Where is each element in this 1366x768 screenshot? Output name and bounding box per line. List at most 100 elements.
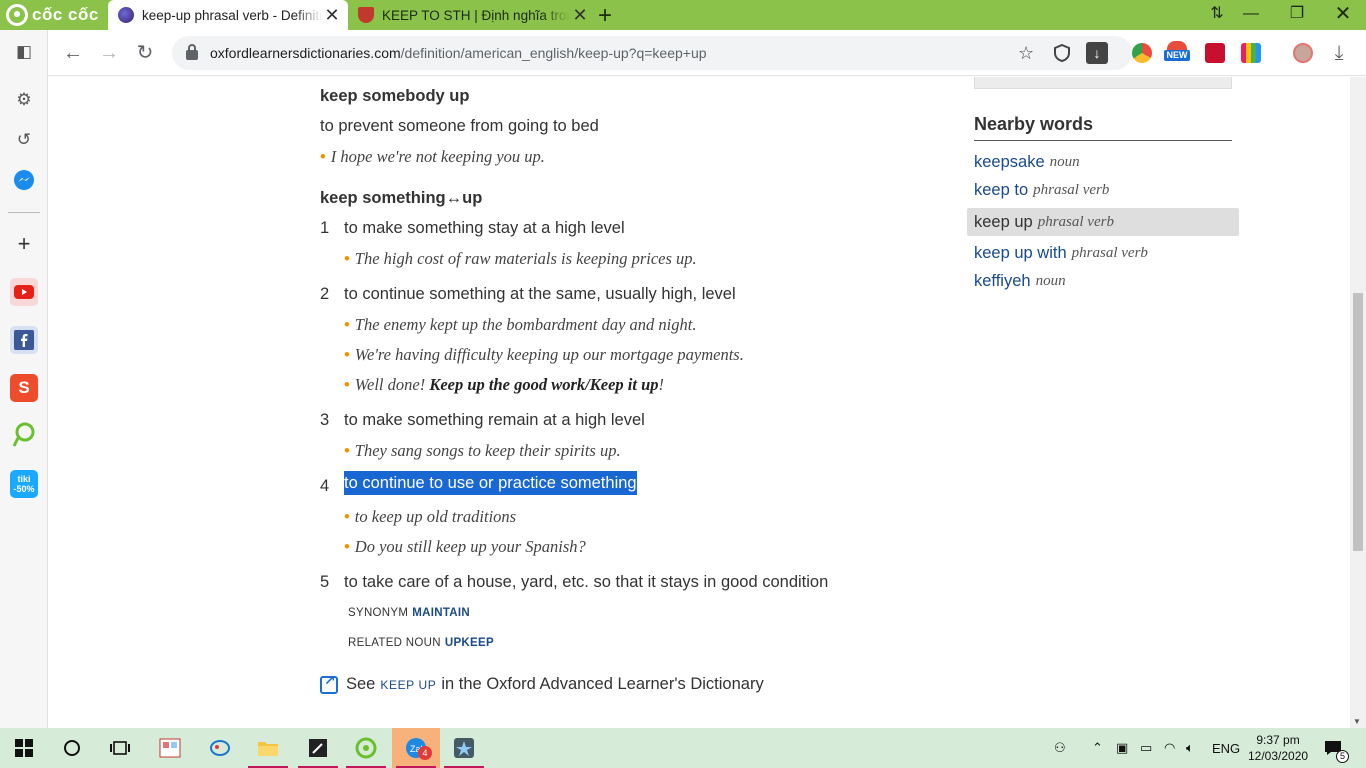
browser-sidebar: ◧ ⚙ ↺ + S tiki -50%: [0, 30, 48, 728]
windows-start-icon[interactable]: [0, 728, 48, 768]
oald-link[interactable]: KEEP UP: [380, 678, 436, 692]
tray-chevron-icon[interactable]: ⌃: [1092, 728, 1103, 768]
example: • The high cost of raw materials is keepi…: [344, 249, 697, 268]
nearby-word[interactable]: keffiyeh noun: [967, 267, 1239, 295]
notes-app-icon[interactable]: [294, 728, 342, 768]
tiki-icon[interactable]: tiki -50%: [10, 470, 38, 498]
example: • The enemy kept up the bombardment day a…: [344, 315, 697, 334]
tab-title: keep-up phrasal verb - Definition: [142, 7, 322, 23]
zalo-icon[interactable]: Zalo 4: [392, 728, 440, 768]
wifi-icon[interactable]: ◠: [1164, 728, 1175, 768]
app-icon[interactable]: [440, 728, 488, 768]
example: • We're having difficulty keeping up our …: [344, 345, 744, 364]
windows-taskbar: Zalo 4 ⚇ ⌃ ▣ ▭ ◠ 🔈︎ ENG 9:37 pm 12/03/20…: [0, 728, 1366, 768]
synonym-link[interactable]: MAINTAIN: [412, 607, 470, 619]
downloads-icon[interactable]: ⤓: [1326, 40, 1352, 66]
nearby-word[interactable]: keepsake noun: [967, 148, 1239, 176]
history-icon[interactable]: ↺: [10, 126, 38, 154]
coccoc-taskbar-icon[interactable]: [342, 728, 390, 768]
nearby-title: Nearby words: [974, 114, 1094, 134]
new-extension-icon[interactable]: NEW: [1164, 41, 1190, 65]
nearby-word[interactable]: keep up with phrasal verb: [967, 239, 1239, 267]
definition: to make something stay at a high level: [344, 219, 625, 237]
see-also: SeeKEEP UPin the Oxford Advanced Learner…: [320, 672, 764, 694]
nearby-word[interactable]: keep to phrasal verb: [967, 176, 1239, 204]
example: • to keep up old traditions: [344, 507, 517, 526]
people-icon[interactable]: ⚇: [1054, 728, 1066, 768]
shield-icon[interactable]: [1054, 43, 1072, 63]
settings-icon[interactable]: ⚙: [10, 86, 38, 114]
add-panel-icon[interactable]: +: [10, 230, 38, 258]
phrasal-headword: keep somebody up: [320, 87, 470, 105]
language-indicator[interactable]: ENG: [1212, 728, 1240, 768]
clock[interactable]: 9:37 pm 12/03/2020: [1248, 732, 1308, 764]
shopee-icon[interactable]: S: [10, 374, 38, 402]
sense-number: 5: [320, 573, 330, 591]
red-extension-icon[interactable]: [1205, 43, 1225, 63]
sense-number: 4: [320, 477, 330, 495]
tab-title: KEEP TO STH | Định nghĩa trong: [382, 7, 570, 23]
nearby-word-current: keep up phrasal verb: [967, 208, 1239, 236]
page-content: keep somebody up to prevent someone from…: [49, 77, 1350, 728]
color-extension-icon[interactable]: [1241, 43, 1261, 63]
task-view-icon[interactable]: [96, 728, 144, 768]
close-tab-icon[interactable]: ✕: [570, 5, 590, 26]
tab-oxford[interactable]: keep-up phrasal verb - Definition ✕: [108, 0, 348, 30]
vertical-scrollbar[interactable]: ▼: [1350, 77, 1366, 728]
coccoc-dictionary-icon[interactable]: [10, 422, 38, 450]
definition: to take care of a house, yard, etc. so t…: [344, 573, 829, 591]
definition-selected[interactable]: to continue to use or practice something: [344, 471, 637, 495]
close-window-button[interactable]: ✕: [1320, 0, 1366, 30]
sense-number: 3: [320, 411, 330, 429]
photos-app-icon[interactable]: [146, 728, 194, 768]
address-bar[interactable]: oxfordlearnersdictionaries.com/definitio…: [172, 36, 1132, 70]
file-explorer-icon[interactable]: [244, 728, 292, 768]
example: • Do you still keep up your Spanish?: [344, 537, 586, 556]
new-tab-button[interactable]: +: [598, 2, 612, 30]
panel-box: [974, 77, 1232, 89]
definition: to make something remain at a high level: [344, 411, 645, 429]
battery-icon[interactable]: ▭: [1140, 728, 1152, 768]
download-video-icon[interactable]: ↓: [1086, 42, 1108, 64]
example: • I hope we're not keeping you up.: [320, 147, 545, 166]
tray-app-icon[interactable]: ▣: [1116, 728, 1128, 768]
brand-name: cốc cốc: [32, 5, 99, 24]
youtube-icon[interactable]: [10, 278, 38, 306]
minimize-button[interactable]: —: [1228, 0, 1274, 30]
external-link-icon: [320, 672, 338, 694]
oxford-icon: [118, 7, 134, 23]
coccoc-logo-icon: [6, 4, 28, 26]
cambridge-icon: [358, 7, 374, 23]
phrasal-headword: keep something↔up: [320, 189, 483, 207]
url-domain: oxfordlearnersdictionaries.com: [210, 45, 401, 61]
close-tab-icon[interactable]: ✕: [322, 5, 342, 26]
tab-strip: cốc cốc keep-up phrasal verb - Definitio…: [0, 0, 1366, 30]
avatar[interactable]: [1293, 43, 1313, 63]
chrome-extension-icon[interactable]: [1132, 43, 1152, 63]
tab-cambridge[interactable]: KEEP TO STH | Định nghĩa trong ✕: [348, 0, 596, 30]
volume-icon[interactable]: 🔈︎: [1186, 728, 1194, 768]
scrollbar-thumb[interactable]: [1353, 293, 1363, 551]
messenger-icon[interactable]: [10, 166, 38, 194]
new-badge: NEW: [1164, 50, 1190, 61]
restore-button[interactable]: ❐: [1274, 0, 1320, 30]
lock-icon: [186, 44, 198, 60]
forward-button[interactable]: →: [96, 40, 122, 66]
search-icon[interactable]: [48, 728, 96, 768]
definition: to continue something at the same, usual…: [344, 285, 736, 303]
facebook-icon[interactable]: [10, 326, 38, 354]
url-path: /definition/american_english/keep-up?q=k…: [400, 45, 707, 61]
reload-button[interactable]: ↻: [132, 40, 158, 66]
back-button[interactable]: ←: [60, 40, 86, 66]
sidebar-toggle-icon[interactable]: ◧: [10, 38, 38, 66]
scroll-down-icon[interactable]: ▼: [1353, 717, 1361, 726]
bookmark-star-icon[interactable]: ☆: [1018, 44, 1036, 62]
sense-number: 2: [320, 285, 330, 303]
example: • Well done! Keep up the good work/Keep i…: [344, 375, 664, 394]
related-link[interactable]: UPKEEP: [445, 637, 494, 649]
example: • They sang songs to keep their spirits u…: [344, 441, 621, 460]
paint-app-icon[interactable]: [196, 728, 244, 768]
related-xref: RELATED NOUN UPKEEP: [348, 637, 494, 649]
coccoc-menu-button[interactable]: cốc cốc: [6, 3, 99, 27]
notification-center-icon[interactable]: 5: [1324, 728, 1349, 768]
